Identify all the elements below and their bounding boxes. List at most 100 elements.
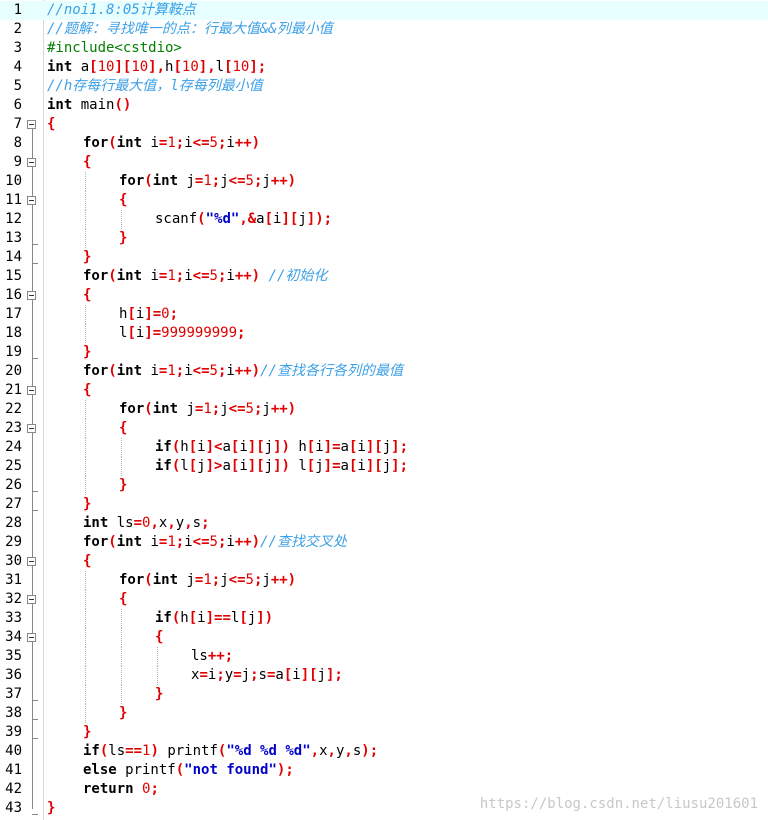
- code-line[interactable]: 6 int main(): [0, 96, 768, 115]
- code-text[interactable]: {: [155, 628, 163, 647]
- code-text[interactable]: }: [83, 343, 91, 362]
- code-text[interactable]: scanf("%d",&a[i][j]);: [155, 210, 332, 229]
- code-line[interactable]: 12 scanf("%d",&a[i][j]);: [0, 210, 768, 229]
- code-text[interactable]: #include<cstdio>: [47, 39, 182, 58]
- code-line[interactable]: 8 for(int i=1;i<=5;i++): [0, 134, 768, 153]
- code-text[interactable]: {: [83, 153, 91, 172]
- code-line[interactable]: 14}: [0, 248, 768, 267]
- fold-toggle-icon[interactable]: [27, 291, 36, 300]
- code-text[interactable]: for(int j=1;j<=5;j++): [119, 571, 296, 590]
- code-line[interactable]: 26}: [0, 476, 768, 495]
- code-text[interactable]: for(int i=1;i<=5;i++)//查找各行各列的最值: [83, 362, 403, 381]
- code-line[interactable]: 15 for(int i=1;i<=5;i++) //初始化: [0, 267, 768, 286]
- code-line[interactable]: 28 int ls=0,x,y,s;: [0, 514, 768, 533]
- code-line[interactable]: 31 for(int j=1;j<=5;j++): [0, 571, 768, 590]
- code-line[interactable]: 25 if(l[j]>a[i][j]) l[j]=a[i][j];: [0, 457, 768, 476]
- code-text[interactable]: {: [119, 590, 127, 609]
- code-text[interactable]: else printf("not found");: [83, 761, 294, 780]
- fold-toggle-icon[interactable]: [27, 158, 36, 167]
- code-text[interactable]: for(int i=1;i<=5;i++): [83, 134, 260, 153]
- code-text[interactable]: //题解：寻找唯一的点：行最大值&&列最小值: [47, 20, 333, 39]
- code-text[interactable]: }: [119, 704, 127, 723]
- code-line[interactable]: 24 if(h[i]<a[i][j]) h[i]=a[i][j];: [0, 438, 768, 457]
- code-text[interactable]: for(int j=1;j<=5;j++): [119, 172, 296, 191]
- code-line[interactable]: 13}: [0, 229, 768, 248]
- code-line[interactable]: 29 for(int i=1;i<=5;i++)//查找交叉处: [0, 533, 768, 552]
- code-line[interactable]: 1 //noi1.8:05计算鞍点: [0, 1, 768, 20]
- code-line[interactable]: 5 //h存每行最大值，l存每列最小值: [0, 77, 768, 96]
- code-editor[interactable]: 1 //noi1.8:05计算鞍点 2 //题解：寻找唯一的点：行最大值&&列最小值 3…: [0, 0, 768, 820]
- code-text[interactable]: }: [155, 685, 163, 704]
- code-text[interactable]: {: [83, 381, 91, 400]
- code-text[interactable]: }: [83, 723, 91, 742]
- code-line[interactable]: 21 {: [0, 381, 768, 400]
- code-text[interactable]: }: [119, 476, 127, 495]
- code-text[interactable]: int ls=0,x,y,s;: [83, 514, 210, 533]
- code-text[interactable]: ls++;: [191, 647, 233, 666]
- code-token: ]==: [205, 610, 231, 626]
- code-line[interactable]: 38}: [0, 704, 768, 723]
- code-token: j: [317, 667, 326, 683]
- code-line[interactable]: 36 x=i;y=j;s=a[i][j];: [0, 666, 768, 685]
- code-line[interactable]: 41 else printf("not found");: [0, 761, 768, 780]
- code-text[interactable]: l[i]=999999999;: [119, 324, 245, 343]
- code-line[interactable]: 3 #include<cstdio>: [0, 39, 768, 58]
- code-text[interactable]: {: [83, 552, 91, 571]
- code-line[interactable]: 32 {: [0, 590, 768, 609]
- code-text[interactable]: {: [119, 419, 127, 438]
- code-line[interactable]: 34 {: [0, 628, 768, 647]
- code-line[interactable]: 20 for(int i=1;i<=5;i++)//查找各行各列的最值: [0, 362, 768, 381]
- code-text[interactable]: if(h[i]<a[i][j]) h[i]=a[i][j];: [155, 438, 408, 457]
- code-text[interactable]: for(int i=1;i<=5;i++)//查找交叉处: [83, 533, 347, 552]
- code-line[interactable]: 33 if(h[i]==l[j]): [0, 609, 768, 628]
- code-line[interactable]: 19}: [0, 343, 768, 362]
- code-line[interactable]: 9{: [0, 153, 768, 172]
- code-text[interactable]: //h存每行最大值，l存每列最小值: [47, 77, 263, 96]
- fold-toggle-icon[interactable]: [27, 386, 36, 395]
- code-text[interactable]: {: [47, 115, 55, 134]
- fold-toggle-icon[interactable]: [27, 120, 36, 129]
- code-text[interactable]: //noi1.8:05计算鞍点: [47, 1, 196, 20]
- code-line[interactable]: 39}: [0, 723, 768, 742]
- code-line[interactable]: 27}: [0, 495, 768, 514]
- code-line[interactable]: 16 {: [0, 286, 768, 305]
- code-text[interactable]: if(ls==1) printf("%d %d %d",x,y,s);: [83, 742, 378, 761]
- code-line[interactable]: 17 h[i]=0;: [0, 305, 768, 324]
- code-text[interactable]: int a[10][10],h[10],l[10];: [47, 58, 266, 77]
- code-text[interactable]: }: [83, 248, 91, 267]
- code-line[interactable]: 11 {: [0, 191, 768, 210]
- code-text[interactable]: for(int j=1;j<=5;j++): [119, 400, 296, 419]
- code-line[interactable]: 35 ls++;: [0, 647, 768, 666]
- code-line[interactable]: 23 {: [0, 419, 768, 438]
- code-token: ]=: [323, 439, 341, 455]
- fold-toggle-icon[interactable]: [27, 595, 36, 604]
- code-token: a: [340, 458, 349, 474]
- fold-toggle-icon[interactable]: [27, 633, 36, 642]
- code-text[interactable]: int main(): [47, 96, 131, 115]
- code-text[interactable]: if(l[j]>a[i][j]) l[j]=a[i][j];: [155, 457, 408, 476]
- code-text[interactable]: for(int i=1;i<=5;i++) //初始化: [83, 267, 327, 286]
- code-text[interactable]: }: [119, 229, 127, 248]
- code-text[interactable]: }: [83, 495, 91, 514]
- fold-toggle-icon[interactable]: [27, 557, 36, 566]
- code-line[interactable]: 22 for(int j=1;j<=5;j++): [0, 400, 768, 419]
- code-text[interactable]: {: [119, 191, 127, 210]
- code-line[interactable]: 7{: [0, 115, 768, 134]
- code-line[interactable]: 30 {: [0, 552, 768, 571]
- code-text[interactable]: }: [47, 799, 55, 818]
- code-text[interactable]: {: [83, 286, 91, 305]
- line-number: 32: [5, 591, 22, 607]
- code-token: int: [116, 363, 143, 379]
- code-line[interactable]: 2 //题解：寻找唯一的点：行最大值&&列最小值: [0, 20, 768, 39]
- code-text[interactable]: x=i;y=j;s=a[i][j];: [191, 666, 343, 685]
- code-line[interactable]: 4 int a[10][10],h[10],l[10];: [0, 58, 768, 77]
- fold-toggle-icon[interactable]: [27, 196, 36, 205]
- code-text[interactable]: h[i]=0;: [119, 305, 178, 324]
- code-line[interactable]: 18 l[i]=999999999;: [0, 324, 768, 343]
- code-text[interactable]: return 0;: [83, 780, 159, 799]
- code-text[interactable]: if(h[i]==l[j]): [155, 609, 273, 628]
- code-line[interactable]: 10 for(int j=1;j<=5;j++): [0, 172, 768, 191]
- code-line[interactable]: 37}: [0, 685, 768, 704]
- fold-toggle-icon[interactable]: [27, 424, 36, 433]
- code-line[interactable]: 40 if(ls==1) printf("%d %d %d",x,y,s);: [0, 742, 768, 761]
